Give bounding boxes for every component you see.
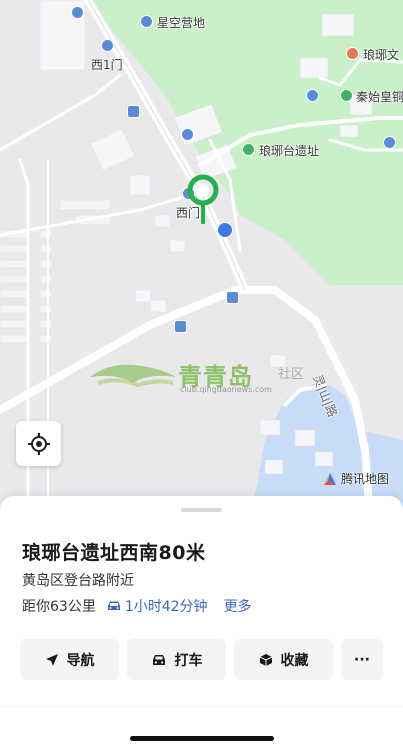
more-info-link[interactable]: 更多	[224, 596, 252, 616]
map-view[interactable]: 星空营地 西1门 琅琊文 秦始皇铜 琅琊台遗址 西门 灵|山|路 青青岛 社区 …	[0, 0, 403, 520]
map-label-qin[interactable]: 秦始皇铜	[356, 88, 403, 105]
toilet-icon[interactable]	[306, 89, 319, 102]
taxi-icon	[152, 654, 165, 665]
place-title: 琅琊台遗址西南80米	[22, 542, 206, 564]
scenic-icon[interactable]	[340, 89, 353, 102]
box-icon	[259, 653, 272, 666]
navigate-button[interactable]: 导航	[20, 639, 119, 680]
place-meta: 距你63公里 1小时42分钟 更多	[22, 596, 252, 616]
bus-stop-icon[interactable]	[127, 105, 140, 118]
place-detail-sheet[interactable]: 琅琊台遗址西南80米 黄岛区登台路附近 距你63公里 1小时42分钟 更多 导航	[0, 496, 403, 750]
taxi-label: 打车	[174, 652, 203, 669]
place-distance: 距你63公里	[22, 599, 96, 615]
toilet-icon[interactable]	[181, 128, 194, 141]
map-label-culture[interactable]: 琅琊文	[363, 46, 399, 63]
location-pin-icon	[187, 174, 219, 224]
map-label-site[interactable]: 琅琊台遗址	[259, 142, 319, 159]
map-label-west-gate-1[interactable]: 西1门	[91, 56, 123, 73]
bus-stop-icon[interactable]	[174, 320, 187, 333]
locate-me-button[interactable]	[16, 421, 61, 466]
tencent-map-logo-icon	[324, 472, 336, 485]
drive-time-link[interactable]: 1小时42分钟	[106, 596, 208, 616]
favorite-button[interactable]: 收藏	[234, 639, 333, 680]
navigate-label: 导航	[66, 652, 95, 669]
action-bar: 导航 打车 收藏 ···	[20, 639, 383, 680]
museum-icon[interactable]	[346, 47, 359, 60]
more-actions-label: ···	[354, 651, 370, 668]
car-icon	[107, 601, 120, 610]
toilet-icon[interactable]	[383, 136, 396, 149]
toilet-icon[interactable]	[71, 6, 84, 19]
taxi-button[interactable]: 打车	[127, 639, 226, 680]
place-address: 黄岛区登台路附近	[22, 573, 134, 589]
crosshair-icon	[27, 432, 50, 455]
home-indicator[interactable]	[130, 736, 274, 741]
more-actions-button[interactable]: ···	[341, 639, 383, 680]
bus-stop-icon[interactable]	[226, 291, 239, 304]
map-attribution: 腾讯地图	[322, 470, 389, 487]
gate-icon[interactable]	[101, 39, 114, 52]
navigation-arrow-icon	[45, 653, 58, 666]
scenic-icon[interactable]	[242, 143, 255, 156]
favorite-label: 收藏	[280, 652, 309, 669]
sheet-divider	[0, 706, 403, 707]
sheet-drag-handle[interactable]	[181, 508, 222, 512]
parking-icon[interactable]	[217, 222, 233, 238]
map-label-camp[interactable]: 星空营地	[157, 14, 205, 31]
camp-icon[interactable]	[140, 15, 153, 28]
drive-time-text: 1小时42分钟	[124, 599, 208, 615]
map-attribution-text: 腾讯地图	[341, 472, 390, 486]
